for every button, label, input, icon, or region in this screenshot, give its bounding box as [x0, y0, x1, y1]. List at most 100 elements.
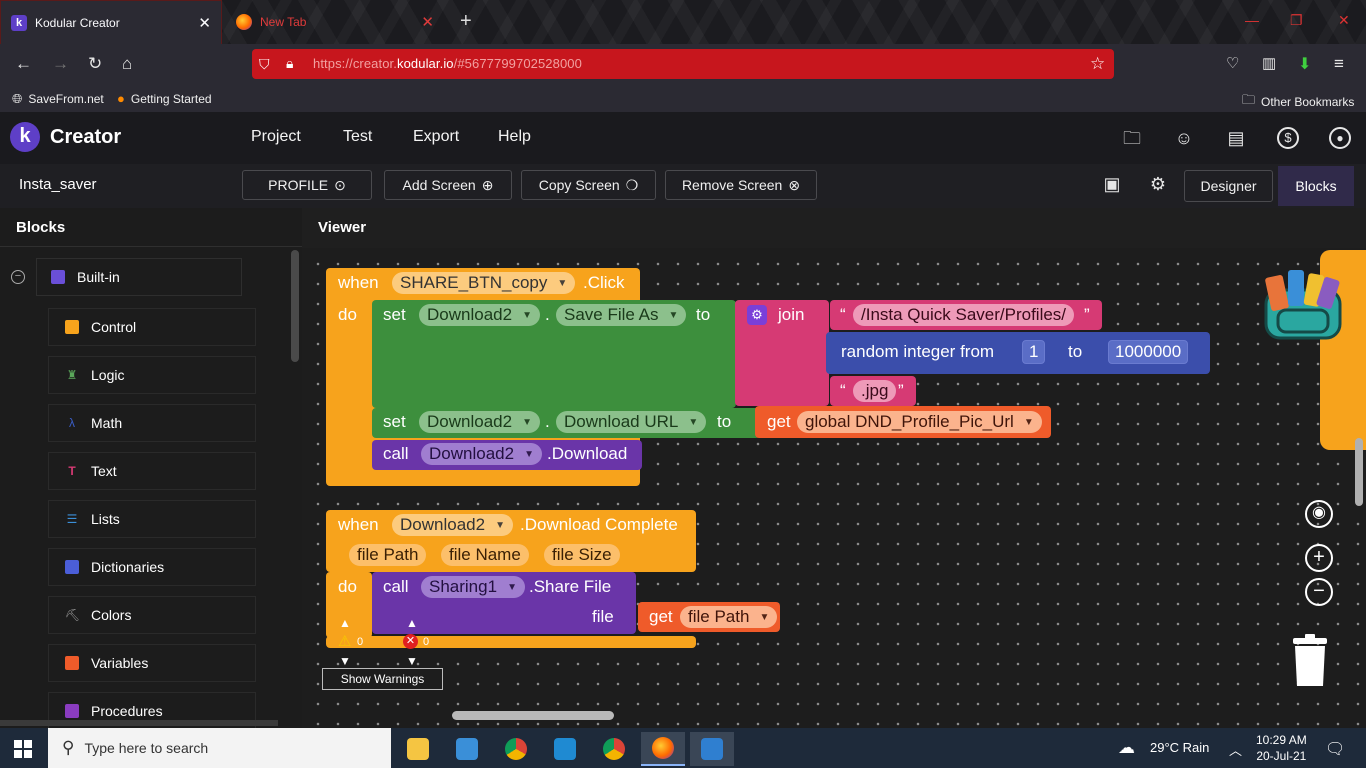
panel-scrollbar[interactable]: [291, 250, 299, 362]
account-icon[interactable]: ●: [1329, 127, 1351, 149]
close-tab-icon[interactable]: ✕: [198, 14, 211, 32]
category-control[interactable]: Control: [48, 308, 256, 346]
screenshot-icon[interactable]: ▣: [1101, 173, 1123, 195]
zoom-in-icon[interactable]: +: [1305, 544, 1333, 572]
recenter-target-icon[interactable]: ◉: [1305, 500, 1333, 528]
download-extension-icon[interactable]: ⬇: [1298, 54, 1311, 74]
variable-dropdown[interactable]: global DND_Profile_Pic_Url ▼: [797, 411, 1042, 433]
new-tab-plus-icon[interactable]: +: [460, 10, 472, 33]
component-dropdown[interactable]: Sharing1 ▼: [421, 576, 525, 598]
collapse-minus-icon[interactable]: −: [11, 270, 25, 284]
firefox-app[interactable]: [641, 732, 685, 766]
minimize-window-icon[interactable]: —: [1245, 12, 1259, 28]
variable-dropdown[interactable]: file Path ▼: [680, 606, 778, 628]
component-dropdown[interactable]: Download2 ▼: [421, 443, 542, 465]
remove-screen-button[interactable]: Remove Screen ⊗: [665, 170, 817, 200]
back-arrow-icon[interactable]: ←: [15, 54, 32, 74]
warnings-down-arrow-icon[interactable]: ▼: [339, 654, 351, 668]
workspace-horizontal-scrollbar[interactable]: [452, 711, 614, 720]
category-logic[interactable]: ♜ Logic: [48, 356, 256, 394]
notifications-icon[interactable]: 🗨︎: [1325, 739, 1345, 759]
close-tab-icon[interactable]: ✕: [421, 13, 434, 31]
param-file-name[interactable]: file Name: [441, 544, 529, 566]
close-circle-icon: ⊗: [788, 176, 801, 193]
backpack-icon[interactable]: [1260, 268, 1346, 344]
dropdown-triangle-icon: ▼: [524, 448, 534, 460]
errors-up-arrow-icon[interactable]: ▲: [406, 616, 418, 630]
vscode-icon: [554, 738, 576, 760]
folder-add-icon[interactable]: 🗀: [1121, 127, 1143, 149]
warnings-up-arrow-icon[interactable]: ▲: [339, 616, 351, 630]
menu-help[interactable]: Help: [498, 128, 531, 146]
close-window-icon[interactable]: ✕: [1338, 12, 1350, 29]
bookmark-star-icon[interactable]: ☆: [1090, 54, 1105, 74]
gear-icon[interactable]: ⚙: [1147, 173, 1169, 195]
component-dropdown[interactable]: Download2 ▼: [392, 514, 513, 536]
url-text[interactable]: https://creator.kodular.io/#567779970252…: [313, 56, 582, 71]
property-dropdown[interactable]: Save File As ▼: [556, 304, 687, 326]
mutator-gear-icon[interactable]: ⚙: [747, 305, 767, 325]
bookmark-savefrom[interactable]: 🌐︎ SaveFrom.net: [12, 91, 104, 107]
component-dropdown[interactable]: Download2 ▼: [419, 304, 540, 326]
random-to-number[interactable]: 1000000: [1108, 340, 1189, 364]
trash-icon[interactable]: [1291, 634, 1329, 688]
lock-icon[interactable]: 🔒︎: [286, 55, 293, 72]
reload-icon[interactable]: ↻: [88, 54, 102, 74]
property-dropdown[interactable]: Download URL ▼: [556, 411, 707, 433]
param-file-path[interactable]: file Path: [349, 544, 427, 566]
maximize-window-icon[interactable]: ❐: [1290, 12, 1303, 29]
chrome-ai-app[interactable]: [592, 732, 636, 766]
builtin-tree-item[interactable]: Built-in: [36, 258, 242, 296]
text-value[interactable]: .jpg: [853, 380, 897, 402]
hamburger-menu-icon[interactable]: ≡: [1334, 54, 1344, 74]
file-explorer-app[interactable]: [396, 732, 440, 766]
quote-open: “: [840, 305, 846, 324]
tab-kodular-creator[interactable]: k Kodular Creator ✕: [0, 0, 222, 44]
add-screen-button[interactable]: Add Screen ⊕: [384, 170, 512, 200]
taskbar-clock[interactable]: 10:29 AM 20-Jul-21: [1256, 732, 1307, 764]
errors-down-arrow-icon[interactable]: ▼: [406, 654, 418, 668]
other-bookmarks[interactable]: 🗀 Other Bookmarks: [1242, 91, 1354, 113]
kodular-logo-icon[interactable]: k: [10, 122, 40, 152]
category-variables[interactable]: Variables: [48, 644, 256, 682]
chrome-app[interactable]: [494, 732, 538, 766]
forward-arrow-icon[interactable]: →: [52, 54, 69, 74]
param-file-size[interactable]: file Size: [544, 544, 620, 566]
category-lists[interactable]: ☰ Lists: [48, 500, 256, 538]
bookmark-getting-started[interactable]: ● Getting Started: [117, 91, 212, 106]
tab-new-tab[interactable]: New Tab ✕: [226, 0, 444, 44]
control-panel-app[interactable]: [445, 732, 489, 766]
weather-text[interactable]: 29°C Rain: [1150, 740, 1209, 755]
menu-test[interactable]: Test: [343, 128, 372, 146]
taskbar-search-box[interactable]: ⚲ Type here to search: [48, 728, 391, 768]
component-dropdown[interactable]: Download2 ▼: [419, 411, 540, 433]
community-icon[interactable]: ☺: [1173, 127, 1195, 149]
designer-button[interactable]: Designer: [1184, 170, 1273, 202]
reader-view-icon[interactable]: ▥: [1262, 54, 1276, 72]
menu-project[interactable]: Project: [251, 128, 301, 146]
vscode-app[interactable]: [543, 732, 587, 766]
show-warnings-button[interactable]: Show Warnings: [322, 668, 443, 690]
panel-horizontal-scrollbar[interactable]: [0, 720, 278, 726]
workspace-vertical-scrollbar[interactable]: [1355, 438, 1363, 506]
random-from-number[interactable]: 1: [1022, 340, 1046, 364]
windows-start-icon[interactable]: [14, 740, 32, 758]
home-icon[interactable]: ⌂: [122, 54, 132, 74]
component-dropdown[interactable]: SHARE_BTN_copy ▼: [392, 272, 576, 294]
documentation-icon[interactable]: ▤: [1225, 127, 1247, 149]
category-colors[interactable]: ⛏ Colors: [48, 596, 256, 634]
category-text[interactable]: T Text: [48, 452, 256, 490]
tray-chevron-up-icon[interactable]: ︿: [1229, 740, 1242, 759]
menu-export[interactable]: Export: [413, 128, 459, 146]
premium-dollar-icon[interactable]: $: [1277, 127, 1299, 149]
blocks-button[interactable]: Blocks: [1278, 166, 1354, 206]
screen-selector-button[interactable]: PROFILE ⊙: [242, 170, 372, 200]
pocket-icon[interactable]: ♡: [1226, 54, 1239, 72]
zoom-out-icon[interactable]: −: [1305, 578, 1333, 606]
category-math[interactable]: λ Math: [48, 404, 256, 442]
copy-screen-button[interactable]: Copy Screen ❍: [521, 170, 656, 200]
category-dictionaries[interactable]: Dictionaries: [48, 548, 256, 586]
photos-app[interactable]: [690, 732, 734, 766]
text-value[interactable]: /Insta Quick Saver/Profiles/: [853, 304, 1075, 326]
shield-icon[interactable]: ⛉: [259, 56, 270, 73]
